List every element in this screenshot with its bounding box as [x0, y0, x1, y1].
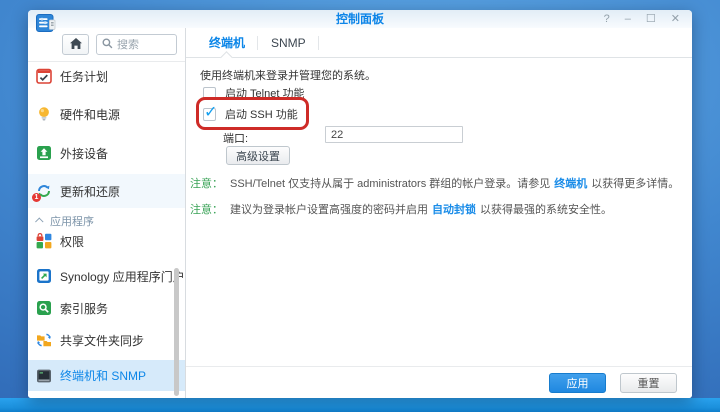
- terminal-snmp-icon: [35, 367, 52, 384]
- minimize-button[interactable]: –: [625, 10, 631, 28]
- help-button[interactable]: ?: [604, 10, 610, 28]
- sidebar-item-application-portal[interactable]: Synology 应用程序门户: [28, 259, 185, 293]
- sidebar-item-update-restore[interactable]: 1 更新和还原: [28, 174, 185, 208]
- maximize-button[interactable]: ☐: [646, 10, 656, 28]
- sidebar-item-label: 索引服务: [60, 300, 108, 317]
- sidebar-item-privileges[interactable]: 权限: [28, 224, 185, 258]
- indexing-service-icon: [35, 300, 52, 317]
- note-prefix: 注意：: [190, 178, 223, 190]
- titlebar: 控制面板 ? – ☐ ✕: [28, 10, 692, 28]
- terminal-settings-pane: 使用终端机来登录并管理您的系统。 启动 Telnet 功能 启动 SSH 功能 …: [186, 58, 692, 398]
- search-box: [96, 34, 177, 55]
- sidebar-item-label: 共享文件夹同步: [60, 332, 144, 349]
- content-area: 终端机 SNMP 使用终端机来登录并管理您的系统。 启动 Telnet 功能 启…: [186, 28, 692, 398]
- ssh-checkbox-row: 启动 SSH 功能: [203, 106, 298, 122]
- note-security: 注意： 建议为登录帐户设置高强度的密码并启用自动封锁以获得最强的系统安全性。: [190, 203, 680, 218]
- control-panel-app-icon: [36, 14, 56, 34]
- sidebar-item-label: 权限: [60, 233, 84, 250]
- lightbulb-icon: [35, 106, 52, 123]
- close-button[interactable]: ✕: [671, 10, 680, 28]
- home-button[interactable]: [62, 34, 89, 55]
- note-text: 以获得最强的系统安全性。: [480, 204, 612, 216]
- note-text: 以获得更多详情。: [591, 178, 679, 190]
- sidebar-item-label: 终端机和 SNMP: [60, 367, 146, 384]
- note-prefix: 注意：: [190, 204, 223, 216]
- home-icon: [69, 37, 83, 53]
- ssh-checkbox-label: 启动 SSH 功能: [225, 106, 298, 122]
- pane-description: 使用终端机来登录并管理您的系统。: [200, 67, 376, 83]
- ssh-port-input[interactable]: [325, 126, 463, 143]
- window-controls: ? – ☐ ✕: [604, 10, 680, 28]
- apply-button[interactable]: 应用: [549, 373, 606, 393]
- control-panel-window: 控制面板 ? – ☐ ✕: [28, 10, 692, 398]
- advanced-settings-button[interactable]: 高级设置: [226, 146, 290, 165]
- note-admin-login: 注意： SSH/Telnet 仅支持从属于 administrators 群组的帐…: [190, 177, 680, 192]
- sidebar-item-shared-folder-sync[interactable]: 共享文件夹同步: [28, 323, 185, 357]
- sidebar-item-label: 硬件和电源: [60, 106, 120, 123]
- reset-button[interactable]: 重置: [620, 373, 677, 393]
- search-icon: [102, 36, 113, 54]
- sidebar-item-indexing-service[interactable]: 索引服务: [28, 291, 185, 325]
- sidebar: 任务计划 硬件和电源 外接设备 1 更新和还原: [28, 28, 186, 398]
- sidebar-item-label: Synology 应用程序门户: [60, 268, 185, 285]
- tab-terminal[interactable]: 终端机: [196, 28, 258, 57]
- action-footer: 应用 重置: [186, 366, 692, 398]
- taskbar[interactable]: [0, 398, 720, 412]
- telnet-checkbox-label: 启动 Telnet 功能: [225, 85, 304, 101]
- sidebar-item-terminal-snmp[interactable]: 终端机和 SNMP: [28, 360, 185, 391]
- tab-label: 终端机: [209, 36, 245, 50]
- sidebar-item-hardware-power[interactable]: 硬件和电源: [28, 97, 185, 131]
- tab-bar: 终端机 SNMP: [186, 28, 692, 58]
- tab-label: SNMP: [271, 36, 306, 50]
- auto-block-link[interactable]: 自动封锁: [432, 204, 476, 216]
- telnet-checkbox-row: 启动 Telnet 功能: [203, 85, 304, 101]
- telnet-checkbox[interactable]: [203, 87, 216, 100]
- sidebar-item-label: 任务计划: [60, 68, 108, 85]
- search-input[interactable]: [117, 39, 171, 51]
- terminal-help-link[interactable]: 终端机: [554, 178, 587, 190]
- tab-snmp[interactable]: SNMP: [258, 28, 319, 57]
- update-count-badge: 1: [32, 193, 41, 202]
- sidebar-scrollbar[interactable]: [174, 268, 179, 396]
- sidebar-item-task-scheduler[interactable]: 任务计划: [28, 59, 185, 93]
- sidebar-item-label: 外接设备: [60, 145, 108, 162]
- shared-folder-sync-icon: [35, 332, 52, 349]
- sidebar-item-external-devices[interactable]: 外接设备: [28, 136, 185, 170]
- app-portal-icon: [35, 268, 52, 285]
- port-label: 端口:: [223, 130, 248, 146]
- privileges-icon: [35, 233, 52, 250]
- sidebar-item-label: 更新和还原: [60, 183, 120, 200]
- note-text: 建议为登录帐户设置高强度的密码并启用: [230, 204, 428, 216]
- update-restore-icon: 1: [35, 183, 52, 200]
- note-text: SSH/Telnet 仅支持从属于 administrators 群组的帐户登录…: [230, 178, 550, 190]
- task-scheduler-icon: [35, 68, 52, 85]
- external-device-icon: [35, 145, 52, 162]
- ssh-checkbox[interactable]: [203, 108, 216, 121]
- window-title: 控制面板: [28, 10, 692, 29]
